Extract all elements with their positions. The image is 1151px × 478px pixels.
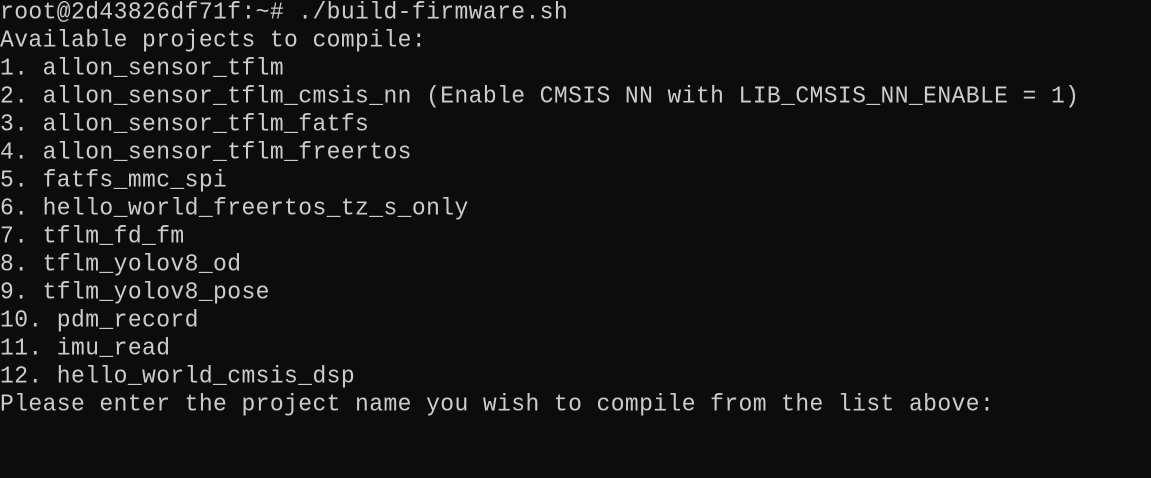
project-item-2: 2. allon_sensor_tflm_cmsis_nn (Enable CM… [0,82,1080,110]
project-item-11: 11. imu_read [0,334,171,362]
project-item-1: 1. allon_sensor_tflm [0,54,285,82]
projects-header: Available projects to compile: [0,26,427,54]
project-item-6: 6. hello_world_freertos_tz_s_only [0,194,469,222]
terminal-output: root@2d43826df71f:~# ./build-firmware.sh… [0,0,1079,418]
project-item-9: 9. tflm_yolov8_pose [0,278,270,306]
project-item-5: 5. fatfs_mmc_spi [0,166,228,194]
project-item-7: 7. tflm_fd_fm [0,222,185,250]
project-item-12: 12. hello_world_cmsis_dsp [0,362,356,390]
input-prompt[interactable]: Please enter the project name you wish t… [0,389,1079,419]
project-item-10: 10. pdm_record [0,306,199,334]
project-item-8: 8. tflm_yolov8_od [0,250,242,278]
project-item-4: 4. allon_sensor_tflm_freertos [0,138,412,166]
terminal-window[interactable]: root@2d43826df71f:~# ./build-firmware.sh… [0,0,1151,478]
project-item-3: 3. allon_sensor_tflm_fatfs [0,110,370,138]
command-prompt-line: root@2d43826df71f:~# ./build-firmware.sh [0,0,569,26]
